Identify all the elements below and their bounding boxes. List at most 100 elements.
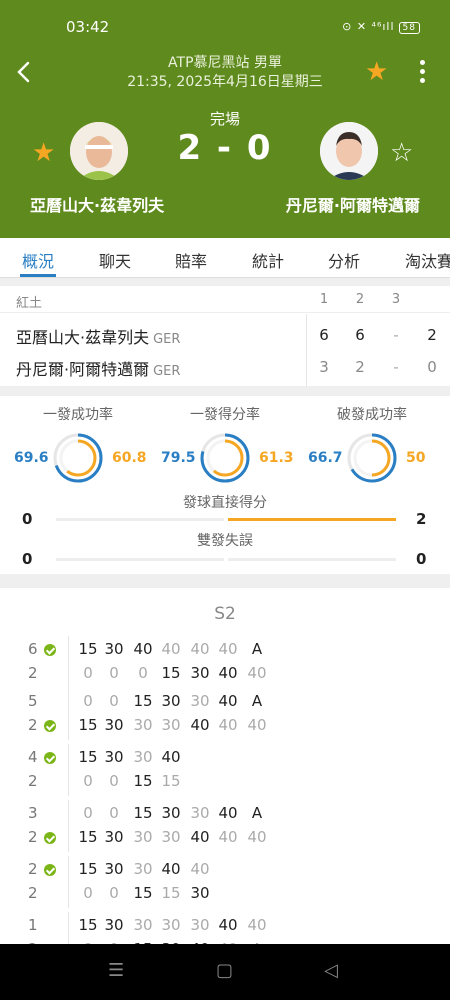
point-score: 15 xyxy=(161,772,181,790)
scorecard-row: 亞曆山大·茲韋列夫 GER 6 6 - 2 xyxy=(0,318,450,348)
tab-analysis[interactable]: 分析 xyxy=(328,248,360,272)
aces-left: 0 xyxy=(22,510,33,528)
home-icon[interactable]: ▢ xyxy=(216,960,233,981)
tab-knockout[interactable]: 淘汰賽 xyxy=(405,248,450,272)
stat-label: 一發得分率 xyxy=(190,407,260,423)
set-score: 2 xyxy=(355,358,365,376)
point-score: 0 xyxy=(83,772,93,790)
aces-right: 2 xyxy=(416,510,427,528)
tab-odds[interactable]: 賠率 xyxy=(175,248,207,272)
point-score: 40 xyxy=(190,860,210,878)
point-score: 0 xyxy=(109,692,119,710)
point-score: 40 xyxy=(218,640,238,658)
stat-value-left: 79.5 xyxy=(161,450,196,466)
divider xyxy=(68,824,69,852)
point-score: 30 xyxy=(161,804,181,822)
point-score: 15 xyxy=(78,716,98,734)
tab-bar: 概況 聊天 賠率 統計 分析 淘汰賽 xyxy=(0,238,450,278)
game-score: 4 xyxy=(28,748,38,766)
player-photo-icon xyxy=(70,122,128,180)
point-score: 30 xyxy=(133,748,153,766)
point-score: 0 xyxy=(109,664,119,682)
point-score: 15 xyxy=(161,884,181,902)
back-triangle-icon[interactable]: ◁ xyxy=(324,960,338,981)
bar-track-right xyxy=(228,558,396,561)
point-score: 40 xyxy=(218,916,238,934)
match-header: 03:42 ⊙ ✕ ⁴⁶ıll 58 ATP慕尼黑站 男單 21:35, 2025… xyxy=(0,0,450,238)
bar-track-left xyxy=(56,558,224,561)
tab-stats[interactable]: 統計 xyxy=(252,248,284,272)
point-score: 15 xyxy=(78,828,98,846)
point-score: A xyxy=(251,804,263,822)
back-button[interactable] xyxy=(12,58,36,86)
game-row: 2 15 30 30 30 40 40 40 xyxy=(0,824,450,852)
stat-value-right: 50 xyxy=(406,450,426,466)
point-score: 0 xyxy=(109,804,119,822)
game-row: 2 0 0 15 15 xyxy=(0,768,450,796)
point-score: 0 xyxy=(83,664,93,682)
point-score: A xyxy=(251,692,263,710)
point-score: 40 xyxy=(218,692,238,710)
point-score: 30 xyxy=(104,748,124,766)
status-bar: 03:42 ⊙ ✕ ⁴⁶ıll 58 xyxy=(0,18,450,40)
follow-player-right-star-icon[interactable]: ☆ xyxy=(390,138,413,168)
game-row: 2 0 0 15 15 30 xyxy=(0,880,450,908)
stat-value-left: 66.7 xyxy=(308,450,343,466)
favorite-match-star-icon[interactable]: ★ xyxy=(365,58,388,86)
stat-value-right: 60.8 xyxy=(112,450,147,466)
point-score: A xyxy=(251,640,263,658)
divider xyxy=(68,936,69,944)
divider xyxy=(68,660,69,688)
follow-player-left-star-icon[interactable]: ★ xyxy=(32,138,55,168)
stat-label: 一發成功率 xyxy=(43,407,113,423)
total-sets: 0 xyxy=(427,358,437,376)
point-score: 40 xyxy=(161,640,181,658)
set-score: 3 xyxy=(319,358,329,376)
game-score: 2 xyxy=(28,860,38,878)
total-sets: 2 xyxy=(427,326,437,344)
point-score: 30 xyxy=(161,692,181,710)
scorecard-row: 丹尼爾·阿爾特邁爾 GER 3 2 - 0 xyxy=(0,350,450,380)
player-right-name[interactable]: 丹尼爾·阿爾特邁爾 xyxy=(286,192,420,216)
key-stats: 一發成功率 一發得分率 破發成功率 69.6 60.8 79.5 61.3 66… xyxy=(0,396,450,574)
more-options-button[interactable] xyxy=(414,58,430,86)
stat-ring xyxy=(200,433,250,483)
game-won-check-icon xyxy=(44,720,56,732)
tab-overview[interactable]: 概況 xyxy=(22,248,54,272)
scorecard: 紅土 1 2 3 亞曆山大·茲韋列夫 GER 6 6 - 2 丹尼爾·阿爾特邁爾 G… xyxy=(0,286,450,386)
divider xyxy=(68,712,69,740)
point-score: 40 xyxy=(133,640,153,658)
game-won-check-icon xyxy=(44,832,56,844)
match-title: ATP慕尼黑站 男單 21:35, 2025年4月16日星期三 xyxy=(90,54,360,92)
menu-icon[interactable]: ☰ xyxy=(108,960,124,981)
point-score: 40 xyxy=(247,664,267,682)
game-won-check-icon xyxy=(44,752,56,764)
point-score: 15 xyxy=(133,772,153,790)
active-tab-indicator xyxy=(20,274,56,277)
aces-right-bar xyxy=(228,518,396,521)
country-code: GER xyxy=(153,364,181,379)
player-right-avatar[interactable] xyxy=(320,122,378,180)
match-score: 2 - 0 xyxy=(177,128,273,168)
point-score: 40 xyxy=(218,716,238,734)
point-score: 30 xyxy=(161,916,181,934)
point-score: 40 xyxy=(161,748,181,766)
chevron-left-icon xyxy=(17,61,30,83)
point-score: 30 xyxy=(161,828,181,846)
system-nav-bar: ☰ ▢ ◁ xyxy=(0,944,450,1000)
set-header: 1 xyxy=(319,292,329,307)
game-score: 2 xyxy=(28,772,38,790)
player-left-avatar[interactable] xyxy=(70,122,128,180)
player-photo-icon xyxy=(320,122,378,180)
point-score: 40 xyxy=(190,828,210,846)
stat-ring xyxy=(347,433,397,483)
set-score: 6 xyxy=(355,326,365,344)
point-score: 40 xyxy=(247,716,267,734)
point-score: 40 xyxy=(218,804,238,822)
tab-chat[interactable]: 聊天 xyxy=(99,248,131,272)
point-score: 30 xyxy=(104,828,124,846)
point-score: 30 xyxy=(104,716,124,734)
point-score: 30 xyxy=(190,664,210,682)
player-left-name[interactable]: 亞曆山大·茲韋列夫 xyxy=(30,192,164,216)
point-score: 15 xyxy=(133,692,153,710)
